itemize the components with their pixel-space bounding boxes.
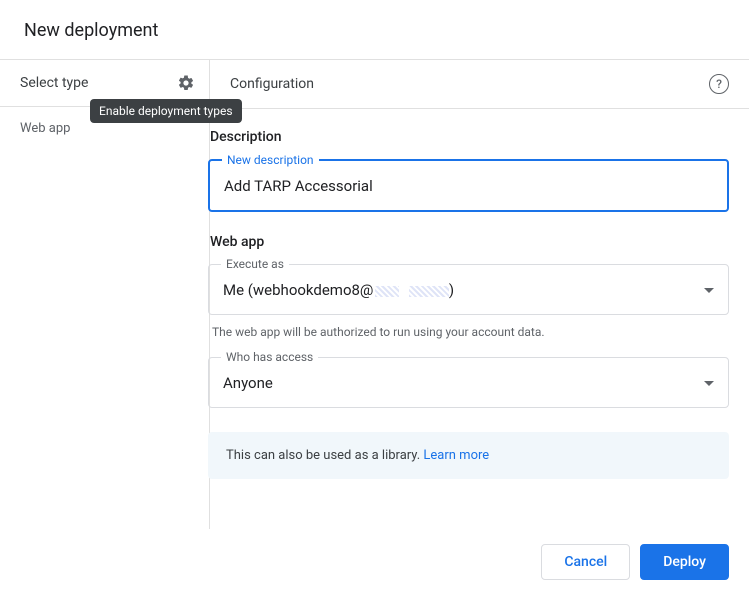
gear-icon[interactable] — [177, 74, 195, 92]
dialog-title: New deployment — [0, 0, 749, 59]
cancel-button[interactable]: Cancel — [541, 544, 630, 580]
chevron-down-icon — [704, 288, 714, 293]
execute-as-select[interactable]: Me (webhookdemo8@ ) — [209, 265, 728, 314]
execute-as-value: Me (webhookdemo8@ ) — [223, 281, 454, 299]
access-floating-label: Who has access — [221, 350, 318, 364]
access-value: Anyone — [223, 374, 273, 392]
config-form: Description New description Web app Exec… — [208, 109, 749, 479]
configuration-panel: Configuration ? Description New descript… — [210, 60, 749, 529]
content-row: Select type Enable deployment types Web … — [0, 59, 749, 529]
execute-as-field[interactable]: Execute as Me (webhookdemo8@ ) — [208, 264, 729, 315]
sidebar-header-label: Select type — [20, 75, 88, 91]
dialog-footer: Cancel Deploy — [541, 544, 729, 580]
config-header-label: Configuration — [230, 76, 314, 92]
learn-more-link[interactable]: Learn more — [423, 448, 489, 463]
execute-as-helper: The web app will be authorized to run us… — [212, 325, 729, 339]
description-input[interactable] — [210, 161, 727, 210]
library-info-banner: This can also be used as a library. Lear… — [208, 432, 729, 479]
execute-as-floating-label: Execute as — [221, 257, 289, 271]
access-select[interactable]: Anyone — [209, 358, 728, 407]
redacted-text — [375, 286, 399, 297]
deploy-button[interactable]: Deploy — [640, 544, 729, 580]
chevron-down-icon — [704, 381, 714, 386]
execute-as-suffix: ) — [449, 281, 454, 299]
access-field[interactable]: Who has access Anyone — [208, 357, 729, 408]
banner-text: This can also be used as a library. — [226, 448, 423, 463]
description-section-label: Description — [210, 129, 729, 145]
description-field[interactable]: New description — [208, 159, 729, 212]
enable-deployment-types-tooltip: Enable deployment types — [90, 99, 242, 123]
description-floating-label: New description — [222, 153, 319, 167]
select-type-sidebar: Select type Enable deployment types Web … — [0, 60, 210, 529]
redacted-text — [409, 286, 449, 297]
execute-as-prefix: Me (webhookdemo8@ — [223, 281, 373, 299]
config-header: Configuration ? — [210, 60, 749, 109]
webapp-section-label: Web app — [210, 234, 729, 250]
help-icon[interactable]: ? — [709, 74, 729, 94]
